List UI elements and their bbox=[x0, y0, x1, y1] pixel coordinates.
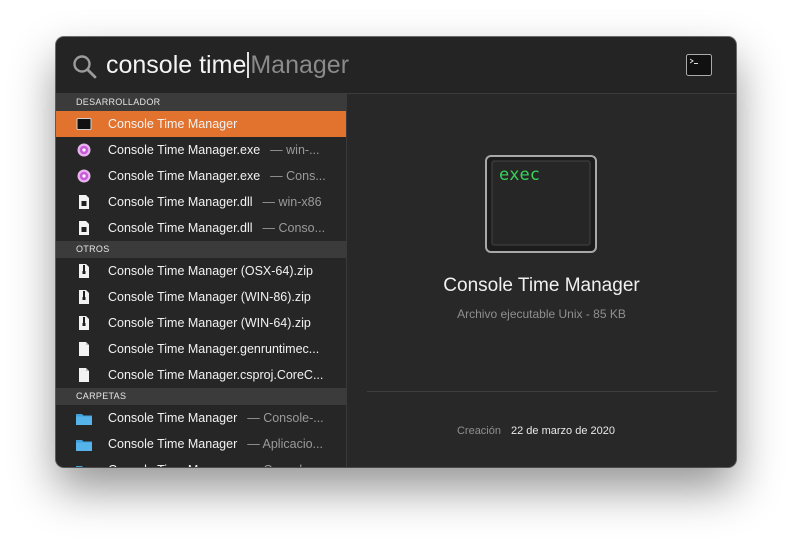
result-row[interactable]: Console Time Manager.dll — win-x86 bbox=[56, 189, 346, 215]
result-row[interactable]: Console Time Manager.exe — Cons... bbox=[56, 163, 346, 189]
preview-subtitle: Archivo ejecutable Unix - 85 KB bbox=[457, 307, 626, 321]
exe-file-icon bbox=[77, 143, 91, 157]
result-subtitle: — win-x86 bbox=[262, 195, 322, 209]
divider bbox=[367, 391, 717, 392]
result-title: Console Time Manager bbox=[108, 463, 237, 467]
result-row-label: Console Time Manager.dll — win-x86 bbox=[108, 189, 322, 215]
created-label: Creación bbox=[456, 425, 501, 437]
result-row[interactable]: Console Time Manager (WIN-86).zip bbox=[56, 284, 346, 310]
document-icon bbox=[79, 342, 89, 356]
unix-executable-icon: exec bbox=[485, 155, 597, 253]
result-title: Console Time Manager bbox=[108, 411, 238, 425]
preview-pane: exec Console Time Manager Archivo ejecut… bbox=[347, 94, 736, 467]
section-header: DESARROLLADOR bbox=[56, 94, 346, 111]
result-row[interactable]: Console Time Manager.genruntimec... bbox=[56, 336, 346, 362]
search-input[interactable]: console time Manager bbox=[106, 49, 349, 81]
result-row[interactable]: Console Time Manager (OSX-64).zip bbox=[56, 258, 346, 284]
result-row[interactable]: Console Time Manager.dll — Conso... bbox=[56, 215, 346, 241]
preview-title: Console Time Manager bbox=[443, 275, 640, 296]
result-title: Console Time Manager.dll bbox=[108, 195, 253, 209]
result-subtitle: — Conso... bbox=[262, 221, 326, 235]
result-row-label: Console Time Manager (OSX-64).zip bbox=[108, 258, 313, 284]
exe-file-icon bbox=[77, 169, 91, 183]
result-row[interactable]: Console Time Manager — Console-... bbox=[56, 405, 346, 431]
folder-icon bbox=[76, 440, 92, 451]
result-subtitle: — Aplicacio... bbox=[247, 437, 323, 451]
result-title: Console Time Manager.exe bbox=[108, 169, 261, 183]
folder-icon bbox=[76, 466, 83, 467]
result-row-label: Console Time Manager bbox=[108, 111, 237, 137]
result-title: Console Time Manager bbox=[108, 117, 238, 131]
results-list[interactable]: DESARROLLADOR Console Time Manager Console… bbox=[56, 94, 347, 467]
search-autocomplete-suggestion: Manager bbox=[250, 51, 350, 79]
zip-file-icon bbox=[79, 316, 89, 330]
result-row[interactable]: Console Time Manager — Console... bbox=[56, 457, 346, 467]
result-row-label: Console Time Manager — Console-... bbox=[108, 405, 324, 431]
result-row-label: Console Time Manager.exe — win-... bbox=[108, 137, 319, 163]
zip-file-icon bbox=[79, 264, 89, 278]
result-title: Console Time Manager (WIN-64).zip bbox=[108, 316, 311, 330]
result-row[interactable]: Console Time Manager.exe — win-... bbox=[56, 137, 346, 163]
result-row-label: Console Time Manager.csproj.CoreC... bbox=[108, 362, 323, 388]
result-title: Console Time Manager (WIN-86).zip bbox=[108, 290, 311, 304]
result-row-label: Console Time Manager.dll — Conso... bbox=[108, 215, 325, 241]
result-title: Console Time Manager.genruntimec... bbox=[108, 342, 320, 356]
search-typed-text: console time bbox=[106, 51, 247, 79]
result-row-label: Console Time Manager — Console... bbox=[108, 457, 320, 467]
search-icon bbox=[73, 55, 97, 79]
exec-label: exec bbox=[499, 165, 540, 185]
result-row-label: Console Time Manager — Aplicacio... bbox=[108, 431, 323, 457]
dll-file-icon bbox=[79, 221, 89, 235]
result-row[interactable]: Console Time Manager.csproj.CoreC... bbox=[56, 362, 346, 388]
result-title: Console Time Manager bbox=[108, 437, 238, 451]
created-value: 22 de marzo de 2020 bbox=[511, 425, 615, 437]
result-title: Console Time Manager.exe bbox=[108, 143, 261, 157]
folder-icon bbox=[76, 414, 92, 425]
section-header: CARPETAS bbox=[56, 388, 346, 405]
spotlight-window: console time Manager DESARROLLADOR Console… bbox=[56, 37, 736, 467]
result-row-label: Console Time Manager (WIN-64).zip bbox=[108, 310, 311, 336]
result-subtitle: — win-... bbox=[270, 143, 320, 157]
search-bar[interactable]: console time Manager bbox=[56, 37, 736, 94]
result-row-selected[interactable]: Console Time Manager bbox=[56, 111, 346, 137]
result-subtitle: — Cons... bbox=[270, 169, 326, 183]
result-row-label: Console Time Manager.genruntimec... bbox=[108, 336, 319, 362]
result-row-label: Console Time Manager (WIN-86).zip bbox=[108, 284, 311, 310]
zip-file-icon bbox=[79, 290, 89, 304]
result-subtitle: — Console... bbox=[247, 463, 319, 467]
result-row-label: Console Time Manager.exe — Cons... bbox=[108, 163, 326, 189]
terminal-icon bbox=[686, 54, 712, 76]
document-icon bbox=[79, 368, 89, 382]
result-subtitle: — Console-... bbox=[247, 411, 324, 425]
result-title: Console Time Manager (OSX-64).zip bbox=[108, 264, 313, 278]
dll-file-icon bbox=[79, 195, 89, 209]
section-header: OTROS bbox=[56, 241, 346, 258]
result-title: Console Time Manager.csproj.CoreC... bbox=[108, 368, 324, 382]
result-row[interactable]: Console Time Manager (WIN-64).zip bbox=[56, 310, 346, 336]
terminal-exec-icon bbox=[76, 118, 92, 130]
result-title: Console Time Manager.dll bbox=[108, 221, 253, 235]
result-row[interactable]: Console Time Manager — Aplicacio... bbox=[56, 431, 346, 457]
